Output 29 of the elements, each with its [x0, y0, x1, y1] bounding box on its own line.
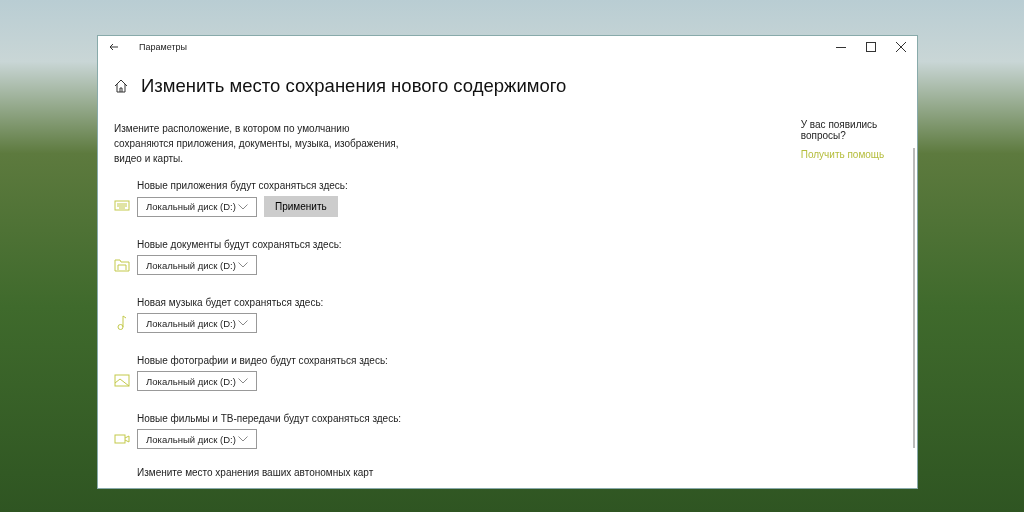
- chevron-down-icon: [238, 378, 248, 384]
- apply-button[interactable]: Применить: [264, 196, 338, 217]
- chevron-down-icon: [238, 262, 248, 268]
- setting-label: Новые документы будут сохраняться здесь:: [137, 239, 343, 250]
- drive-dropdown[interactable]: Локальный диск (D:): [137, 371, 257, 391]
- maps-text: Измените место хранения ваших автономных карт: [137, 467, 375, 478]
- scrollbar[interactable]: [913, 148, 915, 448]
- setting-label: Новые фотографии и видео будут сохраняться здесь:: [137, 355, 389, 366]
- back-arrow-icon[interactable]: [109, 43, 119, 51]
- drive-dropdown[interactable]: Локальный диск (D:): [137, 255, 257, 275]
- drive-dropdown[interactable]: Локальный диск (D:): [137, 313, 257, 333]
- window-title: Параметры: [139, 42, 187, 52]
- help-question: У вас появились вопросы?: [800, 119, 879, 141]
- setting-label: Новые приложения будут сохраняться здесь:: [137, 180, 349, 191]
- close-icon[interactable]: [896, 42, 906, 52]
- home-icon[interactable]: [114, 79, 128, 93]
- setting-label: Новые фильмы и ТВ-передачи будут сохраняться здесь:: [137, 413, 403, 424]
- setting-label: Новая музыка будет сохраняться здесь:: [137, 297, 325, 308]
- drive-dropdown[interactable]: Локальный диск (D:): [137, 429, 257, 449]
- chevron-down-icon: [238, 436, 248, 442]
- picture-icon: [114, 373, 130, 389]
- chevron-down-icon: [238, 320, 248, 326]
- page-title: Изменить место сохранения нового содержимого: [141, 75, 567, 97]
- folder-icon: [114, 257, 130, 273]
- chevron-down-icon: [238, 203, 248, 210]
- drive-dropdown[interactable]: Локальный диск (D:): [137, 196, 257, 217]
- video-camera-icon: [114, 431, 130, 447]
- description-text: Измените расположение, в котором по умолчанию сохраняются приложения, документы, музыка, изображения, видео и карты.: [114, 122, 400, 166]
- maximize-icon[interactable]: [866, 42, 876, 52]
